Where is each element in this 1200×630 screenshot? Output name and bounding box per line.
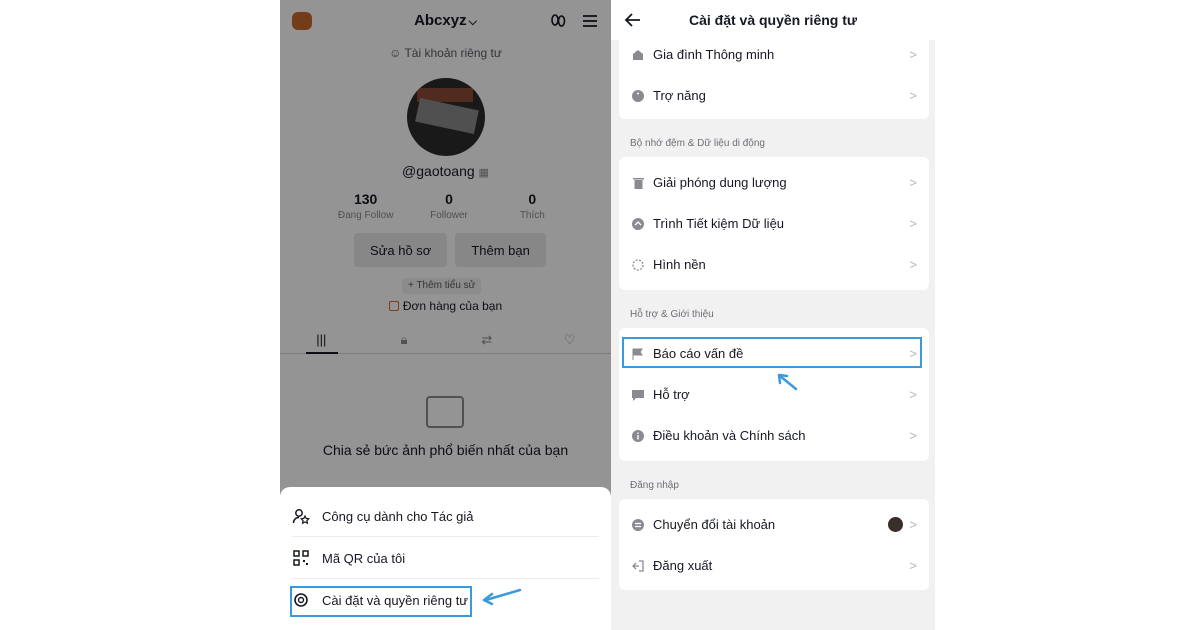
settings-title: Cài đặt và quyền riêng tư: [688, 12, 858, 28]
item-label: Đăng xuất: [653, 558, 713, 573]
item-label: Trợ năng: [653, 88, 706, 103]
settings-item-free-space[interactable]: Giải phóng dung lượng >: [619, 162, 929, 203]
my-qr-code-item[interactable]: Mã QR của tôi: [280, 537, 611, 579]
settings-item-logout[interactable]: Đăng xuất >: [619, 545, 929, 586]
profile-screen: Abcxyz ⌵ ☺ Tài khoản riêng tư @gaotoang ▦…: [280, 0, 611, 630]
logout-icon: [631, 559, 645, 573]
data-saver-icon: [631, 217, 645, 231]
trash-icon: [631, 176, 645, 190]
settings-item-terms-policies[interactable]: Điều khoản và Chính sách >: [619, 415, 929, 456]
person-star-icon: [292, 507, 310, 525]
chevron-right-icon: >: [909, 216, 917, 231]
chevron-right-icon: >: [909, 88, 917, 103]
item-label: Hỗ trợ: [653, 387, 690, 402]
account-avatar: [888, 517, 903, 532]
creator-tools-label: Công cụ dành cho Tác giả: [322, 508, 474, 524]
settings-item-smart-family[interactable]: Gia đình Thông minh >: [619, 34, 929, 75]
chevron-right-icon: >: [909, 517, 917, 532]
creator-tools-item[interactable]: Công cụ dành cho Tác giả: [280, 495, 611, 537]
card-general: Gia đình Thông minh > Trợ năng >: [619, 32, 929, 119]
qr-code-icon: [292, 549, 310, 567]
chevron-right-icon: >: [909, 558, 917, 573]
item-label: Giải phóng dung lượng: [653, 175, 787, 190]
info-icon: [631, 429, 645, 443]
my-qr-code-label: Mã QR của tôi: [322, 550, 406, 566]
highlight-box-report-problem: [622, 337, 922, 368]
section-label-login: Đăng nhập: [630, 480, 679, 491]
switch-account-icon: [631, 518, 645, 532]
item-label: Điều khoản và Chính sách: [653, 428, 806, 443]
chevron-right-icon: >: [909, 387, 917, 402]
pointer-arrow-right-icon: [777, 373, 798, 391]
chevron-right-icon: >: [909, 175, 917, 190]
accessibility-icon: [631, 89, 645, 103]
settings-screen: Cài đặt và quyền riêng tư Gia đình Thông…: [611, 0, 935, 630]
chevron-right-icon: >: [909, 428, 917, 443]
settings-item-wallpaper[interactable]: Hình nền >: [619, 244, 929, 285]
chat-bubble-icon: [631, 388, 645, 402]
card-cache-data: Giải phóng dung lượng > Trình Tiết kiệm D…: [619, 157, 929, 290]
section-label-cache: Bộ nhớ đệm & Dữ liệu di động: [630, 138, 765, 149]
item-label: Gia đình Thông minh: [653, 47, 775, 62]
card-login: Chuyển đổi tài khoản > Đăng xuất >: [619, 499, 929, 590]
item-label: Chuyển đổi tài khoản: [653, 517, 776, 532]
home-icon: [631, 48, 645, 62]
chevron-right-icon: >: [909, 47, 917, 62]
chevron-right-icon: >: [909, 257, 917, 272]
item-label: Trình Tiết kiệm Dữ liệu: [653, 216, 785, 231]
highlight-box-settings: [290, 586, 472, 617]
pointer-arrow-left-icon: [482, 588, 522, 606]
item-label: Hình nền: [653, 257, 706, 272]
settings-item-switch-account[interactable]: Chuyển đổi tài khoản >: [619, 504, 929, 545]
settings-item-accessibility[interactable]: Trợ năng >: [619, 75, 929, 116]
wallpaper-icon: [631, 258, 645, 272]
screenshot-canvas: Abcxyz ⌵ ☺ Tài khoản riêng tư @gaotoang ▦…: [0, 0, 1200, 630]
section-label-support: Hỗ trợ & Giới thiệu: [630, 309, 714, 320]
settings-item-data-saver[interactable]: Trình Tiết kiệm Dữ liệu >: [619, 203, 929, 244]
